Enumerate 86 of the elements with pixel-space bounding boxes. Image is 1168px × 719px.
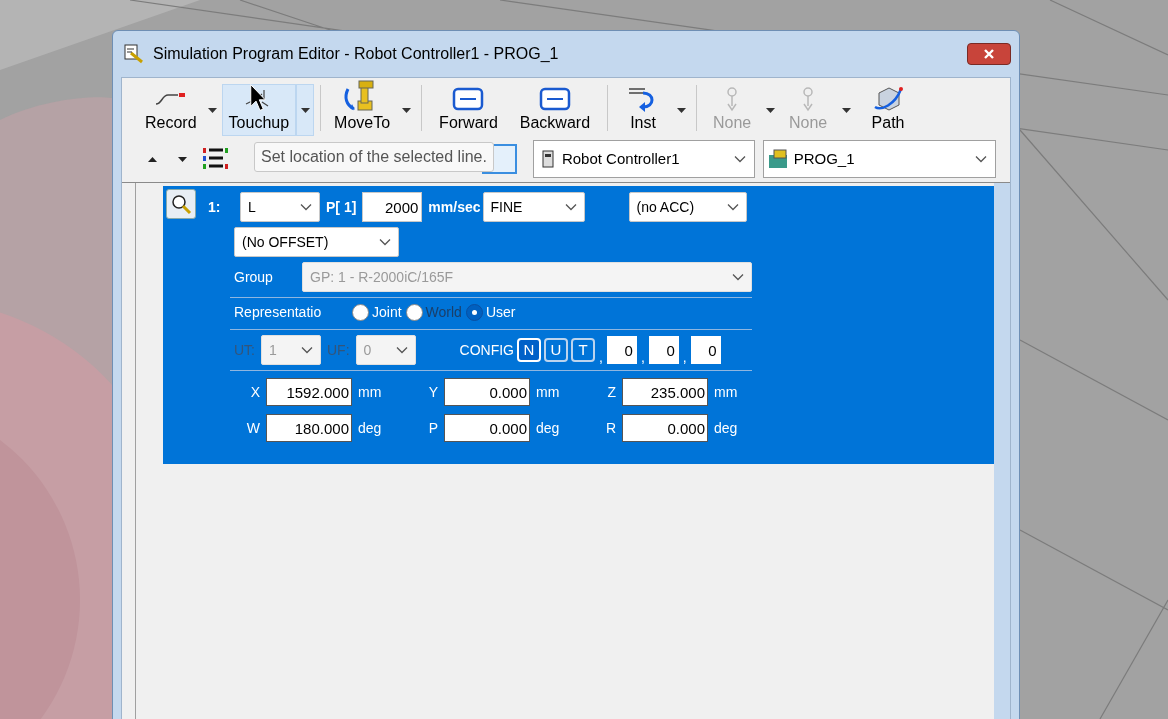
triangle-down-icon (177, 156, 187, 162)
unit-label: mm (714, 382, 738, 402)
representation-label: Representatio (234, 302, 323, 322)
speed-unit: mm/sec (428, 197, 481, 217)
group-label: Group (234, 267, 274, 287)
dropdown-arrow-button[interactable] (296, 84, 315, 136)
numbered-list-icon (201, 146, 230, 172)
chevron-down-icon (301, 346, 313, 354)
search-button[interactable] (166, 189, 196, 219)
toolbar-button[interactable]: Record (138, 84, 204, 136)
search-icon (170, 193, 192, 215)
position-label: P[ 1] (326, 197, 357, 217)
separator-comma: , (599, 349, 603, 365)
offset-select[interactable]: (No OFFSET) (234, 227, 399, 257)
termination-select[interactable]: FINE (482, 192, 585, 222)
chevron-down-icon (564, 203, 577, 211)
turn-field[interactable]: 0 (606, 336, 637, 364)
chevron-down-icon (732, 273, 744, 281)
tooltip: Set location of the selected line. (254, 142, 494, 172)
acc-select[interactable]: (no ACC) (628, 192, 747, 222)
unit-label: mm (536, 382, 560, 402)
radio-button[interactable] (465, 303, 483, 321)
toolbar-button[interactable]: Forward (428, 84, 509, 136)
coordinate-field[interactable]: 1592.000 (266, 378, 352, 406)
program-icon (767, 149, 790, 169)
config-flag-toggle[interactable]: T (571, 338, 595, 362)
axis-label: W (245, 418, 260, 438)
chevron-down-icon (300, 203, 312, 211)
forward-step-icon (452, 87, 485, 111)
chevron-down-icon (395, 346, 408, 354)
coordinate-field[interactable]: 0.000 (444, 378, 530, 406)
config-flag-toggle[interactable]: U (544, 338, 568, 362)
mouse-cursor-icon (250, 84, 266, 113)
chevron-down-icon (733, 155, 746, 163)
ut-label: UT: (234, 340, 255, 360)
caret-icon (208, 107, 218, 113)
axis-label: P (427, 418, 438, 438)
unit-label: deg (358, 418, 382, 438)
separator-comma: , (682, 349, 687, 365)
turn-field[interactable]: 0 (648, 336, 679, 364)
line-number: 1: (208, 197, 222, 217)
close-button[interactable] (967, 43, 1011, 65)
triangle-up-icon (148, 156, 158, 162)
window-title: Simulation Program Editor - Robot Controller1 - PROG_1 (153, 44, 559, 64)
motion-type-select[interactable]: L (240, 192, 320, 222)
caret-icon (676, 107, 686, 113)
axis-label: Y (427, 382, 438, 402)
radio-label: Joint (372, 302, 402, 322)
coordinate-field[interactable]: 235.000 (622, 378, 708, 406)
backward-step-icon (538, 87, 571, 111)
toolbar-button[interactable]: Path (855, 84, 922, 136)
radio-label: User (485, 302, 516, 322)
caret-icon (841, 107, 851, 113)
speed-field[interactable]: 2000 (362, 192, 423, 222)
uf-label: UF: (327, 340, 350, 360)
program-select[interactable]: PROG_1 (762, 140, 996, 178)
unit-label: mm (358, 382, 382, 402)
unit-label: deg (714, 418, 738, 438)
toolbar-button[interactable]: MoveTo (327, 84, 398, 136)
chevron-down-icon (975, 155, 987, 163)
radio-button[interactable] (352, 303, 369, 321)
separator-comma: , (640, 349, 645, 365)
radio-label: World (425, 302, 462, 322)
coordinate-field[interactable]: 0.000 (622, 414, 708, 442)
coordinate-field[interactable]: 0.000 (444, 414, 530, 442)
chevron-down-icon (726, 203, 739, 211)
caret-icon (300, 107, 310, 113)
coordinate-field[interactable]: 180.000 (266, 414, 352, 442)
turn-field[interactable]: 0 (690, 336, 721, 364)
axis-label: R (604, 418, 616, 438)
caret-icon (401, 107, 411, 113)
curve-icon (153, 91, 188, 107)
close-icon (983, 48, 995, 60)
axis-label: X (249, 382, 260, 402)
axis-label: Z (606, 382, 616, 402)
chevron-down-icon (379, 238, 391, 246)
toolbar-button[interactable]: Inst (614, 84, 673, 136)
app-icon (123, 43, 145, 65)
config-label: CONFIG (459, 340, 514, 360)
caret-icon (765, 107, 775, 113)
controller-select[interactable]: Robot Controller1 (532, 140, 755, 178)
controller-icon (541, 150, 554, 168)
unit-label: deg (536, 418, 560, 438)
toolbar-button[interactable]: Touchup (221, 84, 297, 136)
toolbar-button[interactable]: Backward (508, 84, 602, 136)
config-flag-toggle[interactable]: N (517, 338, 541, 362)
